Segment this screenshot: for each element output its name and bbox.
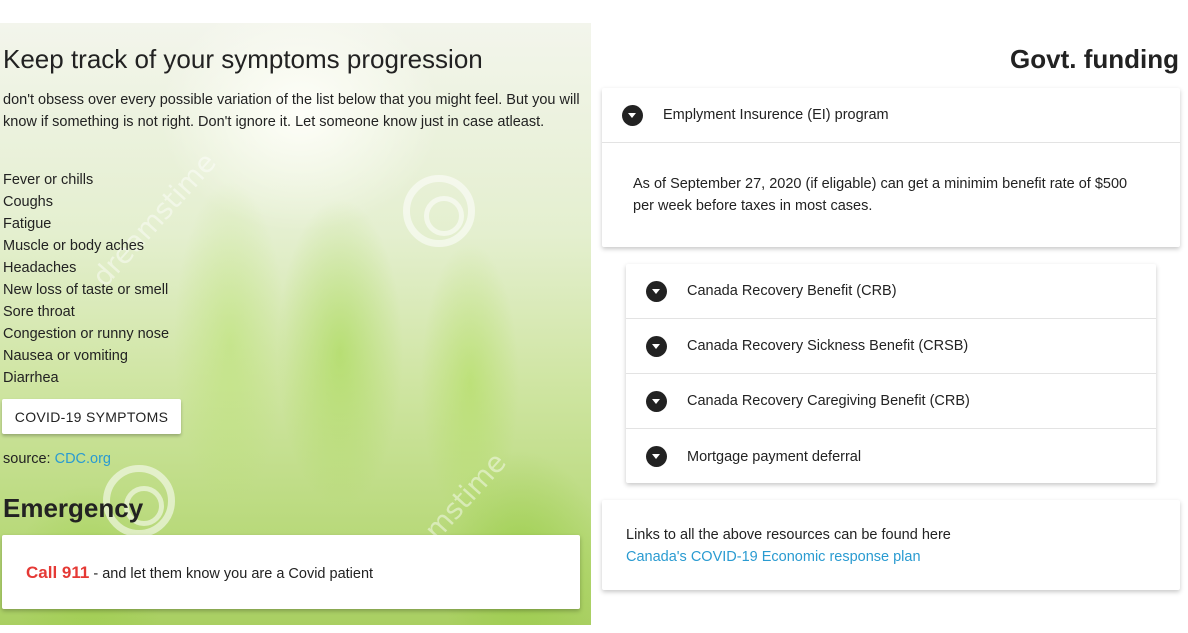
accordion-header-crsb[interactable]: Canada Recovery Sickness Benefit (CRSB) bbox=[626, 319, 1156, 374]
list-item: Headaches bbox=[3, 260, 77, 276]
resources-label: Links to all the above resources can be … bbox=[626, 527, 951, 543]
accordion-body-ei: As of September 27, 2020 (if eligable) c… bbox=[633, 176, 1128, 214]
list-item: New loss of taste or smell bbox=[3, 282, 169, 298]
accordion-header-crcb[interactable]: Canada Recovery Caregiving Benefit (CRB) bbox=[626, 374, 1156, 429]
cdc-link[interactable]: CDC.org bbox=[55, 451, 111, 467]
resources-card: Links to all the above resources can be … bbox=[602, 500, 1180, 590]
accordion-header-ei[interactable]: Emplyment Insurence (EI) program bbox=[602, 88, 1180, 143]
emergency-title: Emergency bbox=[3, 493, 144, 523]
accordion-label: Canada Recovery Caregiving Benefit (CRB) bbox=[687, 393, 970, 409]
list-item: Muscle or body aches bbox=[3, 238, 145, 254]
accordion-header-crb[interactable]: Canada Recovery Benefit (CRB) bbox=[626, 264, 1156, 319]
list-item: Fever or chills bbox=[3, 172, 94, 188]
list-item: Coughs bbox=[3, 194, 53, 210]
list-item: Sore throat bbox=[3, 304, 75, 320]
covid-symptoms-button[interactable]: COVID-19 SYMPTOMS bbox=[2, 399, 181, 434]
chevron-down-icon bbox=[622, 104, 643, 126]
economic-plan-link[interactable]: Canada's COVID-19 Economic response plan bbox=[626, 546, 1180, 568]
symptoms-title: Keep track of your symptoms progression bbox=[3, 44, 483, 74]
benefits-accordion: Canada Recovery Benefit (CRB) Canada Rec… bbox=[626, 264, 1156, 483]
list-item: Diarrhea bbox=[3, 370, 59, 386]
accordion-label: Canada Recovery Benefit (CRB) bbox=[687, 283, 897, 299]
call-911-text: Call 911 bbox=[26, 563, 90, 582]
watermark-swirl-icon bbox=[403, 175, 475, 247]
chevron-down-icon bbox=[646, 280, 667, 302]
accordion-header-mortgage[interactable]: Mortgage payment deferral bbox=[626, 429, 1156, 484]
symptom-list: Fever or chills Coughs Fatigue Muscle or… bbox=[3, 169, 169, 389]
ei-accordion-card: Emplyment Insurence (EI) program As of S… bbox=[602, 88, 1180, 247]
source-label: source: bbox=[3, 451, 51, 467]
chevron-down-icon bbox=[646, 446, 667, 467]
emergency-card: Call 911 - and let them know you are a C… bbox=[2, 535, 580, 609]
list-item: Nausea or vomiting bbox=[3, 348, 128, 364]
emergency-message: - and let them know you are a Covid pati… bbox=[89, 566, 374, 582]
accordion-label: Emplyment Insurence (EI) program bbox=[663, 107, 889, 123]
accordion-label: Mortgage payment deferral bbox=[687, 448, 862, 465]
chevron-down-icon bbox=[646, 335, 667, 357]
source-line: source: CDC.org bbox=[3, 451, 111, 467]
chevron-down-icon bbox=[646, 390, 667, 412]
resources-text: Links to all the above resources can be … bbox=[626, 524, 1180, 568]
list-item: Congestion or runny nose bbox=[3, 326, 170, 342]
accordion-label: Canada Recovery Sickness Benefit (CRSB) bbox=[687, 338, 969, 354]
list-item: Fatigue bbox=[3, 216, 52, 232]
funding-title: Govt. funding bbox=[1010, 44, 1179, 74]
symptoms-intro: don't obsess over every possible variati… bbox=[3, 92, 580, 130]
